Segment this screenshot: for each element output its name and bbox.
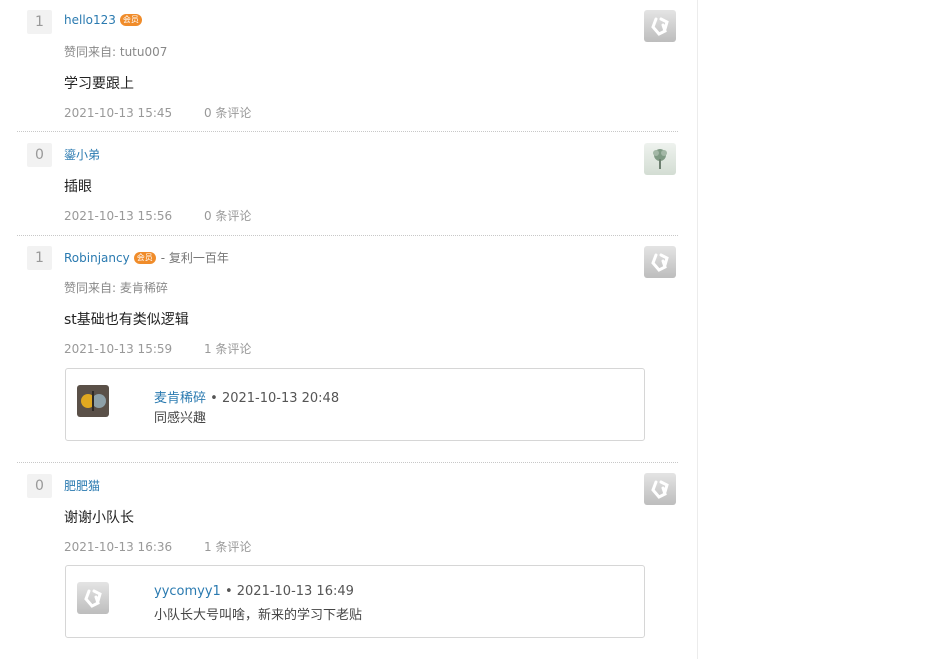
comments-link[interactable]: 0 条评论 <box>204 106 251 120</box>
comment-author-link[interactable]: yycomyy1 <box>154 584 221 599</box>
comment-time: • 2021-10-13 16:49 <box>224 584 354 599</box>
comment-card: yycomyy1 • 2021-10-13 16:49 小队长大号叫啥，新来的学… <box>65 565 645 638</box>
agreed-by: 赞同来自: tutu007 <box>64 43 167 60</box>
default-avatar-icon[interactable] <box>77 582 109 614</box>
answer-meta: 2021-10-13 15:45 0 条评论 <box>64 104 251 121</box>
answer-content: 谢谢小队长 <box>64 510 134 526</box>
author-link[interactable]: 肥肥猫 <box>64 477 100 494</box>
comment-text: 小队长大号叫啥，新来的学习下老贴 <box>154 608 363 623</box>
comments-link[interactable]: 1 条评论 <box>204 342 251 356</box>
answer-meta: 2021-10-13 16:36 1 条评论 <box>64 538 251 555</box>
answer-meta: 2021-10-13 15:59 1 条评论 <box>64 340 251 357</box>
default-avatar-icon[interactable] <box>644 473 676 505</box>
member-badge: 会员 <box>133 251 156 264</box>
comment-author-link[interactable]: 麦肯稀碎 <box>154 391 206 406</box>
answer-content: 学习要跟上 <box>64 76 134 92</box>
comment-header: 麦肯稀碎 • 2021-10-13 20:48 <box>154 387 339 406</box>
answer-item: 1 Robinjancy 会员 - 复利一百年 赞同来自: 麦肯稀碎 st基础也… <box>17 236 678 463</box>
agreed-by-label: 赞同来自: <box>64 281 117 295</box>
answer-time: 2021-10-13 15:56 <box>64 209 173 223</box>
agreed-by-label: 赞同来自: <box>64 45 117 59</box>
comment-time: • 2021-10-13 20:48 <box>210 391 340 406</box>
vote-count[interactable]: 0 <box>27 474 52 498</box>
comment-text: 同感兴趣 <box>154 411 207 426</box>
answer-item: 1 hello123 会员 赞同来自: tutu007 学习要跟上 2021-1… <box>17 0 678 132</box>
member-badge: 会员 <box>119 14 142 26</box>
agreed-by-user[interactable]: 麦肯稀碎 <box>120 281 168 295</box>
answer-content: st基础也有类似逻辑 <box>64 312 189 328</box>
agreed-by-user[interactable]: tutu007 <box>120 45 168 59</box>
answer-time: 2021-10-13 15:45 <box>64 106 173 120</box>
answer-time: 2021-10-13 15:59 <box>64 342 173 356</box>
author-line: 肥肥猫 <box>64 477 100 494</box>
author-line: hello123 会员 <box>64 13 142 27</box>
comment-card: 麦肯稀碎 • 2021-10-13 20:48 同感兴趣 <box>65 368 645 441</box>
agreed-by: 赞同来自: 麦肯稀碎 <box>64 279 168 296</box>
author-link[interactable]: 鎏小弟 <box>64 146 100 163</box>
plant-avatar-icon[interactable] <box>644 143 676 175</box>
author-signature: - 复利一百年 <box>160 251 229 265</box>
vote-count[interactable]: 1 <box>27 10 52 34</box>
comment-header: yycomyy1 • 2021-10-13 16:49 <box>154 584 354 599</box>
answer-meta: 2021-10-13 15:56 0 条评论 <box>64 207 251 224</box>
author-line: 鎏小弟 <box>64 146 100 163</box>
right-sidebar <box>698 0 941 659</box>
author-link[interactable]: Robinjancy <box>64 251 130 265</box>
photo-avatar-icon[interactable] <box>77 385 109 417</box>
comments-link[interactable]: 1 条评论 <box>204 540 251 554</box>
vote-count[interactable]: 1 <box>27 246 52 270</box>
vote-count[interactable]: 0 <box>27 143 52 167</box>
comments-link[interactable]: 0 条评论 <box>204 209 251 223</box>
author-line: Robinjancy 会员 - 复利一百年 <box>64 249 229 266</box>
answer-content: 插眼 <box>64 179 92 195</box>
answer-time: 2021-10-13 16:36 <box>64 540 173 554</box>
author-link[interactable]: hello123 <box>64 13 116 27</box>
default-avatar-icon[interactable] <box>644 246 676 278</box>
answer-item: 0 鎏小弟 插眼 2021-10-13 15:56 0 条评论 <box>17 132 678 236</box>
default-avatar-icon[interactable] <box>644 10 676 42</box>
answer-item: 0 肥肥猫 谢谢小队长 2021-10-13 16:36 1 条评论 yycom… <box>17 463 678 659</box>
